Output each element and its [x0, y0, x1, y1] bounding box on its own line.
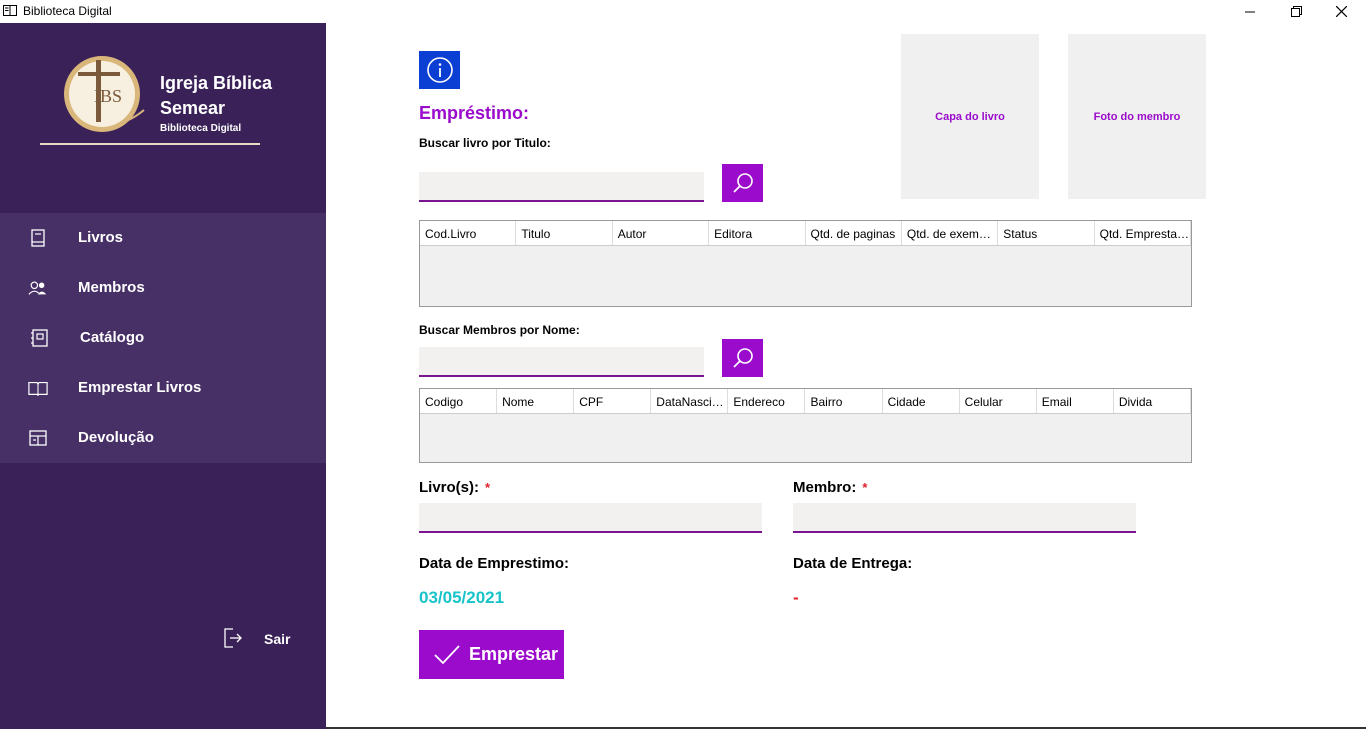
member-field[interactable] [793, 503, 1136, 533]
required-marker: * [485, 480, 491, 495]
search-icon [732, 173, 753, 193]
return-icon [29, 430, 47, 446]
sidebar-item-label: Catálogo [80, 329, 145, 346]
column-header[interactable]: Email [1037, 389, 1114, 413]
lend-button[interactable]: Emprestar [419, 630, 564, 679]
column-header[interactable]: Bairro [805, 389, 883, 413]
lend-button-label: Emprestar [469, 644, 559, 664]
members-icon [28, 281, 47, 295]
members-table[interactable]: Codigo Nome CPF DataNascimento Endereco … [419, 388, 1192, 463]
info-icon [426, 57, 453, 83]
member-photo-placeholder: Foto do membro [1068, 34, 1206, 199]
loan-date-label: Data de Emprestimo: [419, 555, 570, 572]
catalog-icon [31, 329, 48, 347]
open-book-icon [28, 381, 48, 397]
sidebar-item-label: Livros [78, 229, 124, 246]
sidebar-item-label: Emprestar Livros [78, 379, 202, 396]
column-header[interactable]: DataNascimento [651, 389, 729, 413]
sidebar: IBS Igreja Bíblica Semear Biblioteca Dig… [0, 23, 326, 729]
column-header[interactable]: Endereco [728, 389, 806, 413]
members-table-header: Codigo Nome CPF DataNascimento Endereco … [420, 389, 1191, 414]
column-header[interactable]: Divida [1114, 389, 1191, 413]
column-header[interactable]: Autor [613, 221, 710, 245]
church-logo: IBS [64, 56, 145, 132]
column-header[interactable]: Qtd. de exemplares [902, 221, 999, 245]
book-cover-placeholder: Capa do livro [901, 34, 1039, 199]
sidebar-item-label: Membros [78, 279, 145, 296]
search-book-button[interactable] [722, 164, 763, 202]
books-field-label: Livro(s): * [419, 479, 490, 496]
title-bar: Biblioteca Digital [0, 0, 1366, 23]
sidebar-item-livros[interactable]: Livros [0, 213, 326, 263]
member-field-label: Membro: * [793, 479, 867, 496]
books-field-label-text: Livro(s): [419, 479, 479, 496]
books-field[interactable] [419, 503, 762, 533]
logo-divider [40, 143, 260, 145]
church-name-line2: Semear [160, 98, 226, 118]
sidebar-item-emprestar-livros[interactable]: Emprestar Livros [0, 363, 326, 413]
check-icon [434, 644, 460, 664]
restore-button[interactable] [1273, 0, 1319, 23]
app-book-icon [3, 5, 17, 16]
info-button[interactable] [419, 51, 460, 89]
search-member-button[interactable] [722, 339, 763, 377]
page-title: Empréstimo: [419, 103, 530, 123]
loan-date-value: 03/05/2021 [419, 588, 505, 607]
search-member-label: Buscar Membros por Nome: [419, 323, 580, 337]
sidebar-item-catalogo[interactable]: Catálogo [0, 313, 326, 363]
exit-label: Sair [264, 631, 291, 647]
member-photo-label: Foto do membro [1093, 110, 1181, 123]
column-header[interactable]: Titulo [516, 221, 613, 245]
sidebar-item-label: Devolução [78, 429, 154, 446]
close-icon [1335, 6, 1347, 17]
required-marker: * [862, 480, 868, 495]
column-header[interactable]: Celular [960, 389, 1037, 413]
column-header[interactable]: CPF [574, 389, 652, 413]
sidebar-menu: Livros Membros Catálogo Emprestar Livros… [0, 213, 326, 463]
window-title: Biblioteca Digital [23, 4, 112, 18]
exit-icon [224, 628, 242, 648]
exit-button[interactable]: Sair [222, 627, 302, 651]
return-date-value: - [793, 588, 799, 607]
books-table[interactable]: Cod.Livro Titulo Autor Editora Qtd. de p… [419, 220, 1192, 307]
column-header[interactable]: Codigo [420, 389, 498, 413]
minimize-button[interactable] [1227, 0, 1273, 23]
book-cover-label: Capa do livro [935, 110, 1005, 123]
close-button[interactable] [1318, 0, 1364, 23]
logo-text: IBS [94, 86, 122, 106]
column-header[interactable]: Cidade [883, 389, 960, 413]
return-date-label: Data de Entrega: [793, 555, 913, 572]
app-subtitle: Biblioteca Digital [160, 123, 242, 134]
column-header[interactable]: Qtd. Emprestados [1095, 221, 1191, 245]
search-book-label: Buscar livro por Titulo: [419, 136, 551, 150]
minimize-icon [1245, 11, 1255, 12]
books-table-header: Cod.Livro Titulo Autor Editora Qtd. de p… [420, 221, 1191, 246]
book-icon [31, 229, 45, 247]
sidebar-item-membros[interactable]: Membros [0, 263, 326, 313]
search-icon [732, 348, 753, 368]
church-name-line1: Igreja Bíblica [160, 73, 273, 93]
restore-icon [1290, 6, 1302, 17]
church-name: Igreja Bíblica Semear [160, 71, 272, 121]
column-header[interactable]: Status [998, 221, 1095, 245]
column-header[interactable]: Cod.Livro [420, 221, 517, 245]
search-book-input[interactable] [419, 172, 704, 202]
sidebar-item-devolucao[interactable]: Devolução [0, 413, 326, 463]
column-header[interactable]: Qtd. de paginas [806, 221, 902, 245]
member-field-label-text: Membro: [793, 479, 857, 496]
search-member-input[interactable] [419, 347, 704, 377]
column-header[interactable]: Nome [497, 389, 575, 413]
column-header[interactable]: Editora [709, 221, 806, 245]
